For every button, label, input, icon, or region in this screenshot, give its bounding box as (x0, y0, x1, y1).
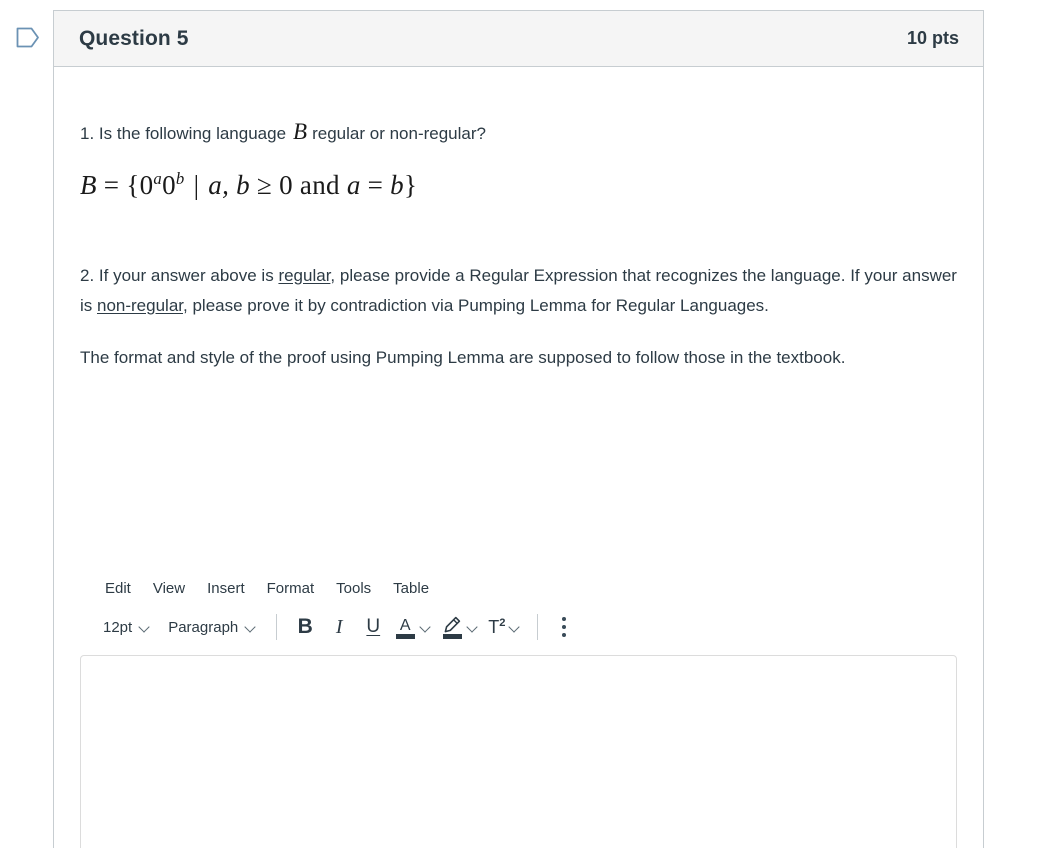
prompt-para2-part-a: 2. If your answer above is (80, 265, 279, 285)
menu-item-edit[interactable]: Edit (94, 576, 142, 601)
formula-conjunction: and (299, 169, 340, 200)
formula-term1-exponent: a (153, 168, 163, 188)
formula-term1-base: 0 (139, 169, 154, 200)
question-header: Question 5 10 pts (54, 11, 983, 67)
answer-textarea[interactable] (80, 655, 957, 848)
bold-button[interactable]: B (288, 611, 322, 643)
chevron-down-icon (510, 622, 520, 632)
chevron-down-icon (468, 622, 478, 632)
text-color-icon: A (394, 615, 416, 639)
kebab-dot (562, 625, 567, 629)
rich-text-editor: Edit View Insert Format Tools Table 12pt… (80, 571, 959, 848)
language-definition-formula: B = {0a0b | a, b ≥0 and a = b} (80, 170, 957, 201)
prompt-line-1: 1. Is the following language B regular o… (80, 115, 957, 150)
formula-equals: = (103, 169, 120, 200)
editor-toolbar: 12pt Paragraph B I U A T2 (80, 605, 959, 649)
highlight-color-picker[interactable] (437, 612, 484, 642)
more-options-button[interactable] (549, 611, 579, 643)
question-points: 10 pts (906, 28, 959, 48)
chevron-down-icon (246, 622, 256, 632)
formula-term2-base: 0 (162, 169, 176, 200)
kebab-dot (562, 617, 567, 621)
formula-term2-exponent: b (175, 168, 185, 188)
block-format-value: Paragraph (168, 618, 239, 636)
font-size-select[interactable]: 12pt (94, 614, 159, 641)
prompt-language-variable: B (293, 119, 308, 144)
prompt-paragraph-2: 2. If your answer above is regular , plea… (80, 261, 957, 322)
menu-item-insert[interactable]: Insert (196, 576, 256, 601)
prompt-para2-part-c: , please prove it by contradiction via P… (183, 295, 769, 315)
formula-open-brace: { (126, 169, 140, 200)
underline-button[interactable]: U (356, 611, 390, 643)
menu-item-view[interactable]: View (142, 576, 196, 601)
chevron-down-icon (421, 622, 431, 632)
question-card: Question 5 10 pts 1. Is the following la… (53, 10, 984, 848)
text-color-picker[interactable]: A (390, 612, 437, 642)
formula-condition-vars: a, b (208, 169, 250, 200)
formula-condition2-rhs: b (390, 169, 404, 200)
menu-item-format[interactable]: Format (256, 576, 326, 601)
block-format-select[interactable]: Paragraph (159, 614, 265, 641)
chevron-down-icon (140, 622, 150, 632)
font-size-value: 12pt (103, 618, 133, 636)
flag-tag-icon (16, 26, 40, 49)
superscript-icon: T2 (488, 617, 506, 637)
prompt-line1-before: 1. Is the following language (80, 124, 287, 143)
toolbar-divider (276, 614, 278, 640)
quiz-question-page: Question 5 10 pts 1. Is the following la… (0, 0, 1039, 848)
formula-divider: | (193, 169, 200, 200)
kebab-dot (562, 633, 567, 637)
formula-condition-value: 0 (279, 169, 293, 200)
menu-item-tools[interactable]: Tools (325, 576, 382, 601)
page-title: Question 5 (79, 26, 189, 50)
highlighter-pen-icon (441, 615, 463, 639)
prompt-paragraph-3: The format and style of the proof using … (80, 348, 846, 367)
formula-condition2-lhs: a (346, 169, 361, 200)
prompt-emphasis-non-regular: non-regular (97, 295, 184, 315)
formula-condition-operator: ≥ (256, 169, 273, 200)
toolbar-divider (537, 614, 539, 640)
formula-condition2-operator: = (367, 169, 384, 200)
text-color-swatch (395, 634, 415, 639)
prompt-emphasis-regular: regular (278, 265, 331, 285)
prompt-line1-after: regular or non-regular? (312, 124, 486, 143)
editor-menubar: Edit View Insert Format Tools Table (80, 571, 959, 605)
question-body: 1. Is the following language B regular o… (54, 115, 983, 373)
formula-lhs: B (80, 169, 97, 200)
formula-close-brace: } (403, 169, 418, 200)
highlight-color-swatch (442, 634, 462, 639)
superscript-subscript-menu[interactable]: T2 (484, 615, 526, 639)
italic-button[interactable]: I (322, 611, 356, 643)
menu-item-table[interactable]: Table (382, 576, 440, 601)
